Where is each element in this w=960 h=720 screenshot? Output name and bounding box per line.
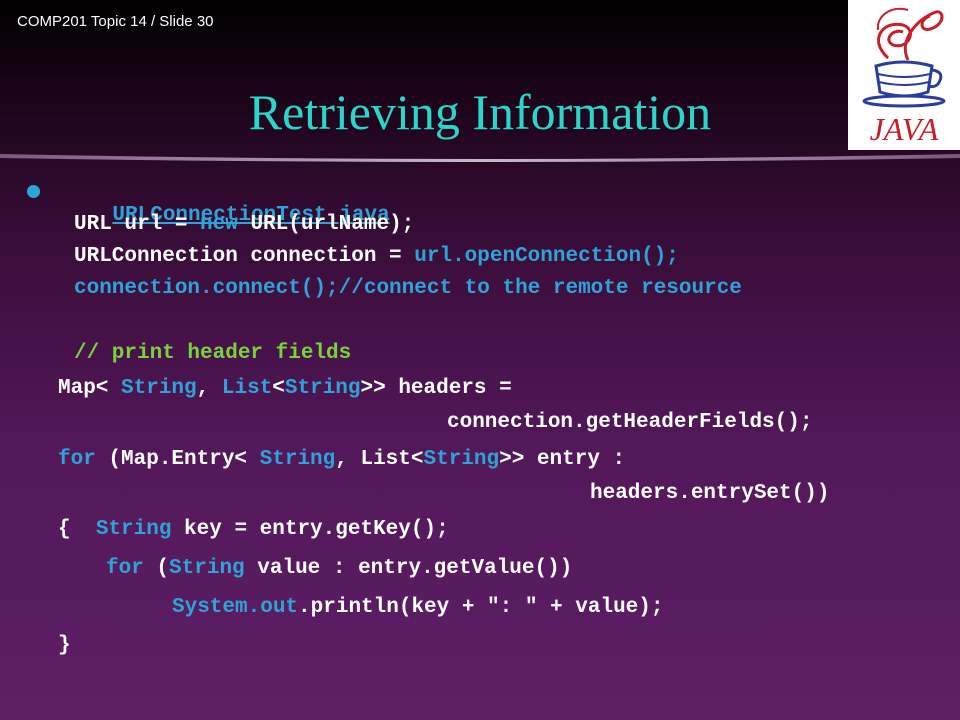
code-line: URL url = new URL(urlName); <box>74 213 415 236</box>
logo-text: JAVA <box>870 111 939 147</box>
code-line: connection.connect();//connect to the re… <box>74 277 742 300</box>
code-line: } <box>58 634 71 657</box>
title-divider <box>0 154 960 162</box>
code-line: URLConnection connection = url.openConne… <box>74 245 679 268</box>
code-line: System.out.println(key + ": " + value); <box>172 596 664 619</box>
code-comment: // print header fields <box>74 342 352 365</box>
code-line: connection.getHeaderFields(); <box>447 411 813 434</box>
code-line: { String key = entry.getKey(); <box>58 518 449 541</box>
code-line: Map< String, List<String>> headers = <box>58 377 512 400</box>
java-logo: JAVA <box>848 0 960 150</box>
java-cup-icon: JAVA <box>862 7 946 147</box>
slide-number: COMP201 Topic 14 / Slide 30 <box>17 13 214 30</box>
code-line: for (Map.Entry< String, List<String>> en… <box>58 448 626 471</box>
code-line: for (String value : entry.getValue()) <box>106 557 573 580</box>
bullet-dot <box>27 185 40 198</box>
slide-title: Retrieving Information <box>248 84 712 140</box>
code-line: headers.entrySet()) <box>590 482 830 505</box>
